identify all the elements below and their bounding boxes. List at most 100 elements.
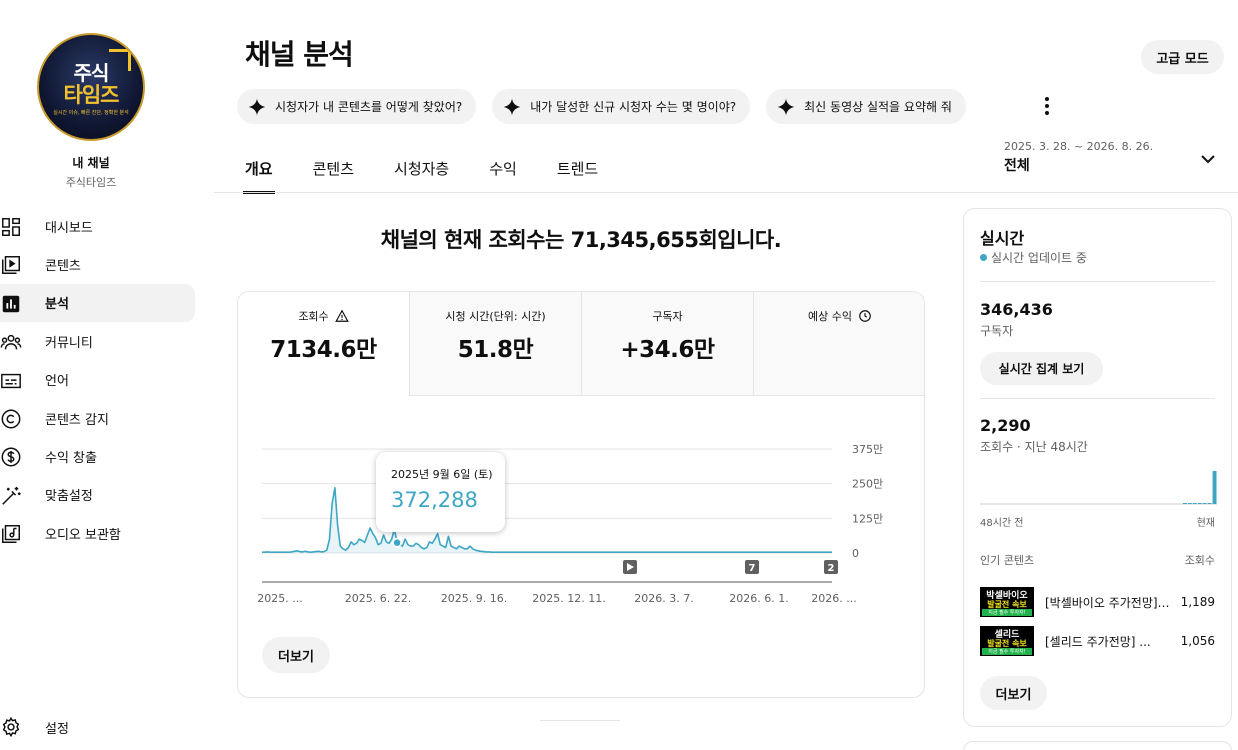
chart-tooltip: 2025년 9월 6일 (토) 372,288 [376, 452, 505, 532]
realtime-subscribers-label: 구독자 [980, 324, 1014, 338]
sidebar-item-customization[interactable]: 맞춤설정 [0, 476, 195, 514]
metric-subscribers[interactable]: 구독자 +34.6만 [582, 292, 754, 396]
metric-label-row: 예상 수익 [754, 308, 924, 324]
tab-trends[interactable]: 트렌드 [557, 148, 598, 192]
sparkle-icon [503, 98, 521, 115]
sidebar-item-label: 콘텐츠 감지 [45, 412, 109, 428]
realtime-bar [1202, 503, 1207, 504]
series-line [262, 487, 832, 553]
metric-label: 조회수 [298, 310, 329, 323]
tab-content[interactable]: 콘텐츠 [313, 148, 354, 192]
community-icon [0, 335, 22, 350]
thumb-banner: 지금 필수 투자자! [982, 648, 1032, 655]
metric-label: 시청 시간(단위: 시간) [445, 310, 546, 323]
realtime-bar [1212, 471, 1217, 504]
realtime-bar [1182, 503, 1187, 504]
sidebar-item-monetization[interactable]: 수익 창출 [0, 437, 195, 475]
highlight-point [392, 537, 402, 548]
y-tick-label: 375만 [852, 443, 883, 456]
tab-audience[interactable]: 시청자층 [394, 148, 449, 192]
analytics-icon [2, 295, 20, 313]
realtime-status: 실시간 업데이트 중 [980, 249, 1087, 266]
channel-name[interactable]: 주식타임즈 [0, 174, 182, 190]
video-thumbnail[interactable]: 셀리드 발굴전 속보 지금 필수 투자자! [980, 626, 1034, 656]
sidebar-item-content-detection[interactable]: 콘텐츠 감지 [0, 399, 195, 437]
dashboard-icon [2, 218, 20, 236]
sidebar-item-dashboard[interactable]: 대시보드 [0, 207, 195, 245]
metric-label-row: 시청 시간(단위: 시간) [410, 308, 581, 324]
metric-value: 7134.6만 [270, 337, 377, 363]
y-tick-label: 250만 [852, 478, 883, 491]
date-range-selector[interactable]: 2025. 3. 28. ~ 2026. 8. 26. 전체 [1004, 140, 1153, 175]
suggestion-chip[interactable]: 최신 동영상 실적을 요약해 줘 [766, 89, 966, 124]
realtime-more-button[interactable]: 더보기 [980, 676, 1047, 710]
realtime-bar-chart[interactable] [980, 464, 1217, 510]
gear-icon [2, 716, 20, 738]
sparkle-icon [777, 98, 795, 115]
settings-label: 설정 [45, 721, 69, 737]
x-tick-label: 2026. ... [811, 592, 856, 605]
chip-label: 시청자가 내 콘텐츠를 어떻게 찾았어? [275, 100, 463, 114]
metric-views[interactable]: 조회수 7134.6만 [238, 292, 410, 396]
tabs-divider [214, 192, 1238, 193]
divider [980, 398, 1215, 399]
popular-views-label: 조회수 [1184, 554, 1215, 567]
list-item[interactable]: 셀리드 발굴전 속보 지금 필수 투자자! [셀리드 주가전망] ... 1,0… [980, 625, 1215, 657]
sidebar-item-community[interactable]: 커뮤니티 [0, 322, 195, 360]
date-range-text: 2025. 3. 28. ~ 2026. 8. 26. [1004, 140, 1154, 153]
sidebar-item-label: 언어 [45, 374, 69, 390]
suggestion-chips: 시청자가 내 콘텐츠를 어떻게 찾았어? 내가 달성한 신규 시청자 수는 몇 … [237, 89, 966, 124]
realtime-bar [1197, 503, 1202, 504]
more-vert-icon[interactable] [1038, 92, 1056, 120]
video-title[interactable]: [박셀바이오 주가전망] ... [1045, 594, 1173, 611]
sidebar: 주식 타임즈 실시간 이슈, 빠른 진단, 정확한 분석 내 채널 주식타임즈 … [0, 0, 205, 750]
x-tick-label: 2025. 6. 22. [345, 592, 411, 605]
x-tick-label: 2026. 6. 1. [729, 592, 788, 605]
sidebar-item-content[interactable]: 콘텐츠 [0, 245, 195, 283]
realtime-bar [1187, 503, 1192, 504]
metric-estimated-revenue[interactable]: 예상 수익 [754, 292, 924, 396]
audio-library-icon [2, 525, 20, 544]
video-view-count: 1,189 [1180, 595, 1215, 609]
realtime-axis-end: 현재 [1196, 518, 1215, 529]
channel-avatar[interactable]: 주식 타임즈 실시간 이슈, 빠른 진단, 정확한 분석 [37, 33, 145, 141]
video-marker-count: 7 [749, 563, 756, 574]
advanced-mode-button[interactable]: 고급 모드 [1141, 40, 1224, 74]
metric-tabs: 조회수 7134.6만 시청 시간(단위: 시간) 51.8만 구독자 +34.… [238, 292, 924, 396]
more-button[interactable]: 더보기 [262, 637, 330, 673]
tab-overview[interactable]: 개요 [243, 148, 275, 194]
realtime-title: 실시간 [980, 229, 1025, 248]
x-tick-label: 2026. 3. 7. [634, 592, 693, 605]
sidebar-item-analytics[interactable]: 분석 [0, 283, 195, 323]
my-channel-label: 내 채널 [72, 156, 110, 170]
popular-content-label: 인기 콘텐츠 [980, 554, 1035, 567]
video-thumbnail[interactable]: 박셀바이오 발굴전 속보 지금 필수 투자자! [980, 587, 1034, 617]
chevron-down-icon[interactable] [1200, 152, 1216, 166]
chip-label: 최신 동영상 실적을 요약해 줘 [804, 100, 952, 114]
y-tick-label: 125만 [852, 512, 883, 525]
overview-card: 조회수 7134.6만 시청 시간(단위: 시간) 51.8만 구독자 +34.… [237, 291, 925, 698]
video-view-count: 1,056 [1180, 634, 1215, 648]
avatar-text-line2: 타임즈 [63, 83, 120, 107]
clock-icon [859, 310, 871, 322]
divider [540, 720, 620, 721]
metric-label-row: 조회수 [238, 308, 409, 324]
analytics-tabs: 개요 콘텐츠 시청자층 수익 트렌드 [243, 148, 638, 194]
suggestion-chip[interactable]: 시청자가 내 콘텐츠를 어떻게 찾았어? [237, 89, 477, 124]
tab-revenue[interactable]: 수익 [489, 148, 517, 192]
sidebar-item-settings[interactable]: 설정 [0, 708, 195, 746]
next-card [963, 741, 1232, 750]
realtime-count-button[interactable]: 실시간 집계 보기 [980, 352, 1103, 385]
metric-watch-time[interactable]: 시청 시간(단위: 시간) 51.8만 [410, 292, 582, 396]
realtime-subscribers: 346,436 [980, 300, 1053, 319]
suggestion-chip[interactable]: 내가 달성한 신규 시청자 수는 몇 명이야? [492, 89, 751, 124]
content-icon [2, 256, 20, 275]
sidebar-item-subtitles[interactable]: 언어 [0, 361, 195, 399]
sidebar-item-label: 분석 [45, 297, 69, 313]
sidebar-item-audio-library[interactable]: 오디오 보관함 [0, 514, 195, 552]
video-title[interactable]: [셀리드 주가전망] ... [1045, 633, 1173, 650]
divider [980, 281, 1215, 282]
views-line-chart[interactable]: 0 125만 250만 375만 2025. ... 2025. 6. 22. 2025. … [238, 396, 925, 616]
list-item[interactable]: 박셀바이오 발굴전 속보 지금 필수 투자자! [박셀바이오 주가전망] ...… [980, 586, 1215, 618]
sparkle-icon [248, 98, 266, 115]
